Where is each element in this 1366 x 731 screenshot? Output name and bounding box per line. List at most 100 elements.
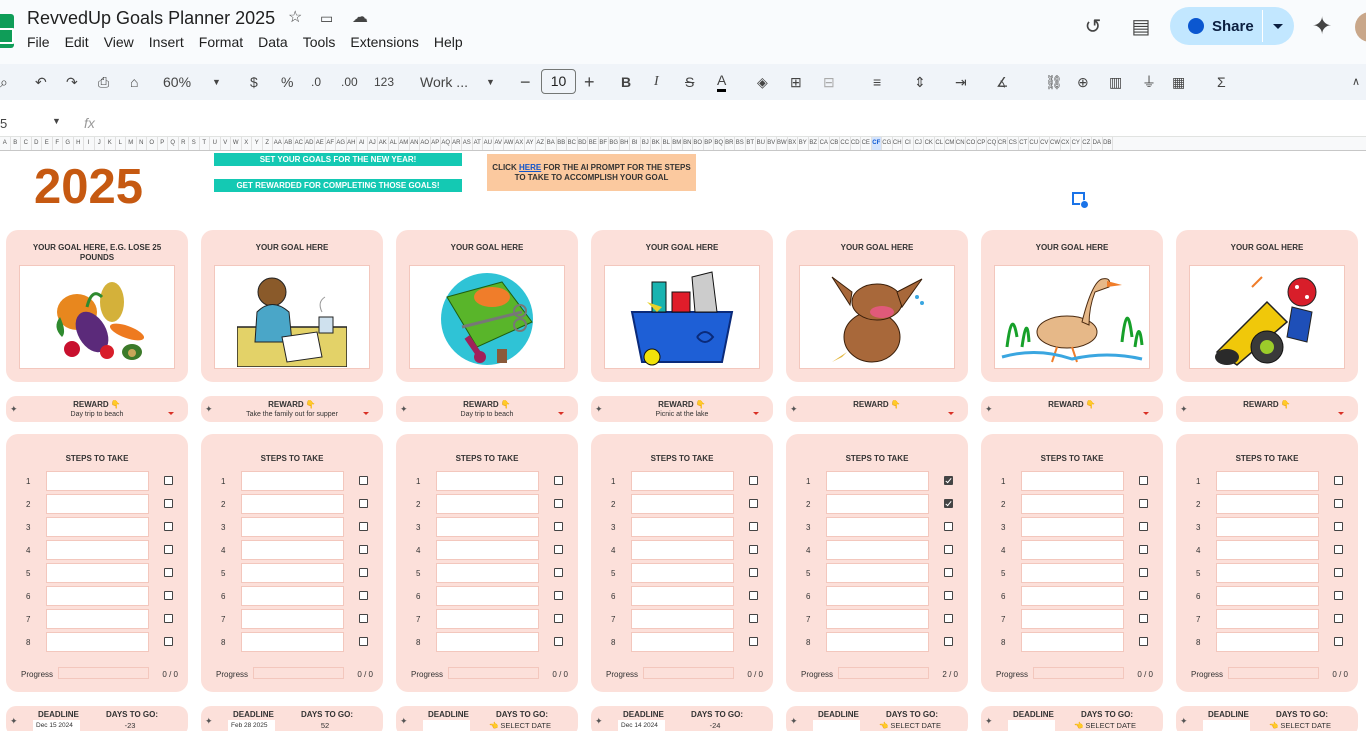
step-checkbox[interactable] — [359, 522, 368, 531]
step-checkbox[interactable] — [1139, 614, 1148, 623]
step-input[interactable] — [631, 632, 734, 652]
column-header-y[interactable]: Y — [252, 137, 263, 150]
step-input[interactable] — [241, 632, 344, 652]
menu-tools[interactable]: Tools — [303, 33, 343, 51]
menu-data[interactable]: Data — [258, 33, 295, 51]
step-input[interactable] — [46, 632, 149, 652]
column-header-bc[interactable]: BC — [567, 137, 578, 150]
column-header-cc[interactable]: CC — [840, 137, 851, 150]
step-checkbox[interactable] — [944, 545, 953, 554]
more-formats-button[interactable]: 123 — [374, 72, 394, 92]
avatar[interactable] — [1355, 12, 1366, 42]
step-input[interactable] — [826, 632, 929, 652]
goal-title[interactable]: YOUR GOAL HERE — [591, 243, 773, 253]
goal-card[interactable]: YOUR GOAL HERE — [201, 230, 383, 382]
step-checkbox[interactable] — [1139, 499, 1148, 508]
bold-button[interactable]: B — [621, 72, 631, 92]
step-checkbox[interactable] — [554, 614, 563, 623]
step-input[interactable] — [1216, 517, 1319, 537]
reward-value[interactable]: Take the family out for supper — [201, 411, 383, 418]
column-header-aa[interactable]: AA — [273, 137, 284, 150]
step-input[interactable] — [826, 586, 929, 606]
column-header-cr[interactable]: CR — [998, 137, 1008, 150]
step-checkbox[interactable] — [749, 614, 758, 623]
step-checkbox[interactable] — [164, 545, 173, 554]
step-input[interactable] — [1216, 632, 1319, 652]
column-header-da[interactable]: DA — [1092, 137, 1103, 150]
step-checkbox[interactable] — [554, 522, 563, 531]
share-button[interactable]: Share — [1170, 7, 1294, 45]
step-input[interactable] — [826, 540, 929, 560]
step-input[interactable] — [826, 517, 929, 537]
goal-card[interactable]: YOUR GOAL HERE — [396, 230, 578, 382]
reward-dropdown-icon[interactable] — [558, 412, 564, 415]
step-input[interactable] — [631, 471, 734, 491]
step-checkbox[interactable] — [944, 476, 953, 485]
goal-title[interactable]: YOUR GOAL HERE — [981, 243, 1163, 253]
column-header-aq[interactable]: AQ — [441, 137, 452, 150]
step-checkbox[interactable] — [944, 637, 953, 646]
deadline-date-input[interactable]: Feb 28 2025 — [228, 720, 275, 731]
step-checkbox[interactable] — [1334, 545, 1343, 554]
column-header-cy[interactable]: CY — [1071, 137, 1082, 150]
step-input[interactable] — [46, 563, 149, 583]
step-checkbox[interactable] — [944, 499, 953, 508]
column-header-cl[interactable]: CL — [935, 137, 945, 150]
sheet-grid[interactable]: 2025 SET YOUR GOALS FOR THE NEW YEAR! GE… — [0, 151, 1366, 731]
step-checkbox[interactable] — [164, 637, 173, 646]
menu-file[interactable]: File — [27, 33, 57, 51]
step-input[interactable] — [826, 471, 929, 491]
comments-icon[interactable]: ▤ — [1128, 14, 1154, 40]
step-input[interactable] — [46, 609, 149, 629]
column-header-e[interactable]: E — [42, 137, 53, 150]
font-select[interactable]: Work ... — [420, 72, 468, 92]
column-header-ax[interactable]: AX — [515, 137, 525, 150]
column-header-i[interactable]: I — [84, 137, 95, 150]
column-header-ak[interactable]: AK — [378, 137, 389, 150]
step-input[interactable] — [631, 563, 734, 583]
column-header-be[interactable]: BE — [588, 137, 599, 150]
step-checkbox[interactable] — [749, 568, 758, 577]
gemini-icon[interactable]: ✦ — [1309, 14, 1335, 40]
redo-icon[interactable]: ↷ — [66, 72, 78, 92]
step-checkbox[interactable] — [944, 591, 953, 600]
step-checkbox[interactable] — [359, 568, 368, 577]
step-input[interactable] — [826, 494, 929, 514]
step-checkbox[interactable] — [359, 545, 368, 554]
reward-dropdown-icon[interactable] — [753, 412, 759, 415]
insert-comment-icon[interactable]: ⊕ — [1077, 72, 1089, 92]
selected-cell[interactable] — [1072, 192, 1089, 209]
reward-value[interactable]: Day trip to beach — [396, 411, 578, 418]
deadline-date-input[interactable] — [1008, 720, 1055, 731]
filter-icon[interactable]: ⏚ — [1142, 72, 1156, 92]
column-header-cv[interactable]: CV — [1040, 137, 1050, 150]
column-header-l[interactable]: L — [116, 137, 126, 150]
sparkle-icon[interactable]: ✦ — [595, 716, 603, 727]
move-folder-icon[interactable]: ▭ — [320, 8, 333, 28]
deadline-date-input[interactable]: Dec 15 2024 — [33, 720, 80, 731]
step-input[interactable] — [1216, 609, 1319, 629]
step-input[interactable] — [631, 586, 734, 606]
table-views-icon[interactable]: ▦ — [1172, 72, 1185, 92]
text-rotation-icon[interactable]: ∡ — [996, 72, 1009, 92]
column-header-af[interactable]: AF — [326, 137, 336, 150]
column-header-bo[interactable]: BO — [693, 137, 704, 150]
step-checkbox[interactable] — [1334, 614, 1343, 623]
column-header-an[interactable]: AN — [410, 137, 420, 150]
step-input[interactable] — [1216, 586, 1319, 606]
column-header-cs[interactable]: CS — [1008, 137, 1019, 150]
column-header-bf[interactable]: BF — [599, 137, 609, 150]
column-header-k[interactable]: K — [105, 137, 116, 150]
step-input[interactable] — [826, 563, 929, 583]
fill-color-icon[interactable]: ◈ — [757, 72, 768, 92]
column-header-ar[interactable]: AR — [452, 137, 462, 150]
column-headers[interactable]: A B C D E F G H I J K L M N O P Q R S T U V W X Y Z AA AB AC AD AE AF AG… — [0, 137, 1366, 151]
step-checkbox[interactable] — [359, 637, 368, 646]
step-checkbox[interactable] — [359, 614, 368, 623]
step-input[interactable] — [1021, 609, 1124, 629]
step-checkbox[interactable] — [1139, 522, 1148, 531]
step-input[interactable] — [631, 540, 734, 560]
column-header-w[interactable]: W — [231, 137, 242, 150]
step-checkbox[interactable] — [749, 545, 758, 554]
step-input[interactable] — [436, 494, 539, 514]
